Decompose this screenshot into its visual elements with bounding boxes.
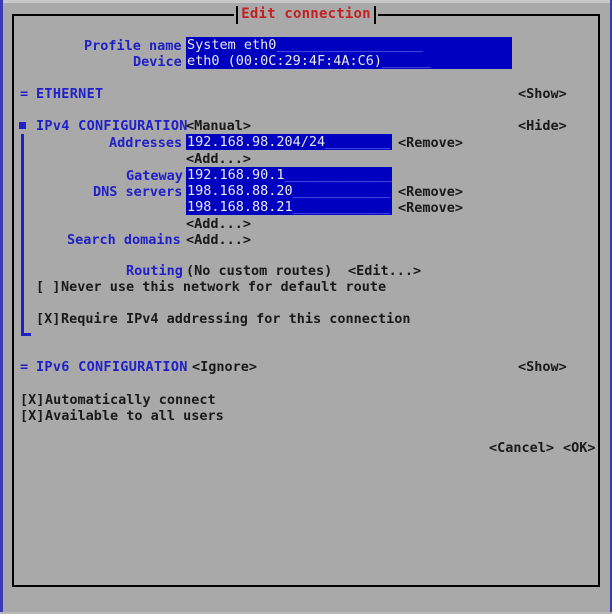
ok-button[interactable]: <OK> bbox=[563, 440, 596, 456]
address-fill-0: ________ bbox=[325, 134, 391, 150]
ethernet-show-button[interactable]: <Show> bbox=[518, 86, 567, 102]
gateway-input[interactable]: 192.168.90.1______________ bbox=[186, 167, 392, 183]
address-add-button[interactable]: <Add...> bbox=[186, 151, 251, 167]
title-separator-right bbox=[374, 6, 376, 24]
ipv4-method-select[interactable]: <Manual> bbox=[186, 118, 251, 134]
require-ipv4-checkbox[interactable]: [X] bbox=[36, 311, 60, 327]
ipv6-section-label[interactable]: IPv6 CONFIGURATION bbox=[36, 359, 188, 375]
auto-connect-label[interactable]: Automatically connect bbox=[45, 392, 216, 408]
screen-top-edge bbox=[0, 0, 612, 3]
dns-servers-label: DNS servers bbox=[93, 184, 183, 200]
dns-remove-button-1[interactable]: <Remove> bbox=[398, 200, 463, 216]
cancel-button[interactable]: <Cancel> bbox=[489, 440, 554, 456]
available-all-users-label[interactable]: Available to all users bbox=[45, 408, 224, 424]
gateway-label: Gateway bbox=[126, 168, 183, 184]
auto-connect-checkbox[interactable]: [X] bbox=[20, 392, 44, 408]
gateway-value: 192.168.90.1 bbox=[187, 167, 285, 183]
search-domains-label: Search domains bbox=[67, 232, 181, 248]
address-remove-button-0[interactable]: <Remove> bbox=[398, 135, 463, 151]
address-input-0[interactable]: 192.168.98.204/24________ bbox=[186, 134, 392, 150]
device-fill: ______ bbox=[382, 53, 431, 69]
dialog-title: Edit connection bbox=[241, 6, 371, 22]
ethernet-section-label[interactable]: ETHERNET bbox=[36, 86, 103, 102]
available-all-users-checkbox[interactable]: [X] bbox=[20, 408, 44, 424]
address-value-0: 192.168.98.204/24 bbox=[187, 134, 326, 150]
ipv4-section-guideline bbox=[21, 134, 24, 336]
dns-add-button[interactable]: <Add...> bbox=[186, 216, 251, 232]
dialog-top-border-left bbox=[12, 14, 234, 16]
ipv6-show-button[interactable]: <Show> bbox=[518, 359, 567, 375]
device-label: Device bbox=[133, 54, 182, 70]
title-separator-left bbox=[236, 6, 238, 24]
dns-value-0: 198.168.88.20 bbox=[187, 183, 293, 199]
profile-name-input[interactable]: System eth0__________________ bbox=[186, 37, 512, 53]
dns-fill-0: ____________ bbox=[292, 183, 391, 199]
dns-fill-1: ____________ bbox=[292, 199, 391, 215]
device-input[interactable]: eth0 (00:0C:29:4F:4A:C6)______ bbox=[186, 53, 512, 69]
profile-name-fill: __________________ bbox=[276, 37, 423, 53]
dns-input-0[interactable]: 198.168.88.20____________ bbox=[186, 183, 392, 199]
routing-edit-button[interactable]: <Edit...> bbox=[348, 263, 421, 279]
profile-name-label: Profile name bbox=[84, 38, 182, 54]
dns-input-1[interactable]: 198.168.88.21____________ bbox=[186, 199, 392, 215]
terminal-screen: Edit connection Profile name System eth0… bbox=[0, 0, 612, 614]
gateway-fill: ______________ bbox=[284, 167, 392, 183]
dns-remove-button-0[interactable]: <Remove> bbox=[398, 184, 463, 200]
profile-name-value: System eth0 bbox=[187, 37, 277, 53]
require-ipv4-label[interactable]: Require IPv4 addressing for this connect… bbox=[61, 311, 411, 327]
ipv4-section-label[interactable]: IPv4 CONFIGURATION bbox=[36, 118, 188, 134]
ipv4-expanded-marker bbox=[19, 122, 26, 129]
screen-left-edge bbox=[0, 0, 3, 614]
never-default-route-label[interactable]: Never use this network for default route bbox=[61, 279, 386, 295]
ipv4-hide-button[interactable]: <Hide> bbox=[518, 118, 567, 134]
device-value: eth0 (00:0C:29:4F:4A:C6) bbox=[187, 53, 383, 69]
addresses-label: Addresses bbox=[109, 135, 183, 151]
never-default-route-checkbox[interactable]: [ ] bbox=[36, 279, 60, 295]
dns-value-1: 198.168.88.21 bbox=[187, 199, 293, 215]
ethernet-collapsed-marker: = bbox=[20, 86, 29, 102]
ipv4-section-guideline-foot bbox=[21, 333, 31, 336]
routing-value: (No custom routes) bbox=[186, 263, 333, 279]
search-domains-add-button[interactable]: <Add...> bbox=[186, 232, 251, 248]
ipv6-method-select[interactable]: <Ignore> bbox=[192, 359, 257, 375]
dialog-top-border-right bbox=[378, 14, 600, 16]
ipv6-collapsed-marker: = bbox=[20, 359, 29, 375]
routing-label: Routing bbox=[126, 263, 183, 279]
